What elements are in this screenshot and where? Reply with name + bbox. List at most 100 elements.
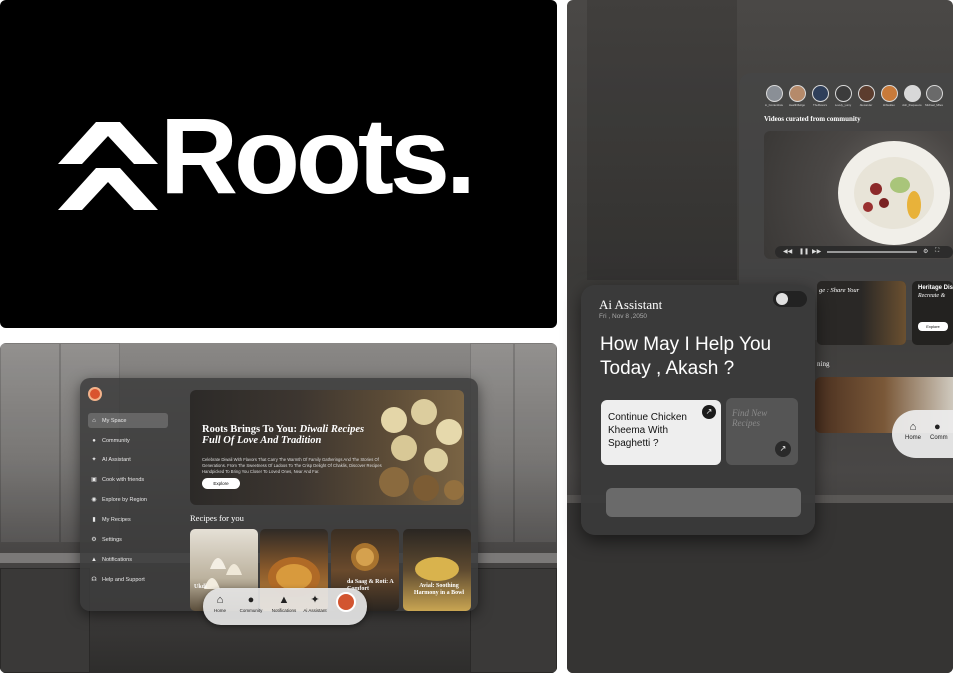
section-heading: ning xyxy=(817,360,830,368)
pause-icon[interactable]: ❚❚ xyxy=(799,248,809,255)
sidebar-item-my-recipes[interactable]: ▮ My Recipes xyxy=(88,512,168,527)
sidebar-item-label: My Recipes xyxy=(102,516,131,523)
settings-icon[interactable]: ⚙ xyxy=(923,248,928,255)
pot-icon: ▣ xyxy=(91,476,97,483)
sidebar-item-cook-with-friends[interactable]: ▣ Cook with friends xyxy=(88,472,168,487)
dock-ai-assistant[interactable]: ✦ Ai Assistant xyxy=(298,594,332,613)
sidebar-item-my-space[interactable]: ⌂ My Space xyxy=(88,413,168,428)
explore-button[interactable]: Explore xyxy=(918,322,948,331)
hero-title-plain: Roots Brings To You: xyxy=(202,424,300,435)
video-player[interactable] xyxy=(764,131,953,259)
sparkle-icon: ✦ xyxy=(310,594,320,606)
plated-dish-image xyxy=(838,141,950,245)
ai-assistant-date: Fri , Nov 8 ,2050 xyxy=(599,313,648,320)
avatar[interactable] xyxy=(88,387,102,401)
logo-panel: Roots. xyxy=(0,0,557,328)
video-controls[interactable]: ◀◀ ❚❚ ▶▶ ⚙ ⛶ xyxy=(775,246,953,258)
story-avatar[interactable] xyxy=(835,85,852,102)
hero-title-emphasis: Diwali Recipes xyxy=(299,424,365,435)
dock-label: Ai Assistant xyxy=(303,608,327,613)
wall-tile xyxy=(0,343,60,543)
home-icon: ⌂ xyxy=(909,421,917,433)
dock-community[interactable]: ● Community xyxy=(234,594,268,613)
avatar[interactable] xyxy=(336,592,356,612)
story-avatar[interactable] xyxy=(904,85,921,102)
arrow-up-right-icon[interactable]: ↗ xyxy=(775,441,791,457)
story-name: Li_Contenttrav xyxy=(764,103,784,107)
wall-tile xyxy=(514,343,557,543)
sidebar-item-notifications[interactable]: ▲ Notifications xyxy=(88,552,168,567)
people-icon: ● xyxy=(92,437,96,444)
heritage-dishes-card[interactable]: Heritage Dis Recreate & Explore xyxy=(912,281,953,345)
ai-chat-input[interactable] xyxy=(606,488,801,517)
story-avatar[interactable] xyxy=(926,85,943,102)
sidebar-item-help-and-support[interactable]: ☊ Help and Support xyxy=(88,572,168,587)
kitchen-cabinet xyxy=(0,568,90,673)
story-name: Healthlifeligo xyxy=(788,103,805,107)
suggestion-label: Find New Recipes xyxy=(732,408,768,428)
story-avatar[interactable] xyxy=(789,85,806,102)
story-name: Michael_Miles xyxy=(925,103,943,107)
story-name: kirbiekleo xyxy=(883,103,895,107)
sidebar-item-explore-by-region[interactable]: ◉ Explore by Region xyxy=(88,492,168,507)
diwali-sweets-image xyxy=(379,399,464,501)
sparkle-icon: ✦ xyxy=(91,456,97,463)
sidebar-item-label: AI Assistant xyxy=(102,456,131,463)
card-title: ge : Share Your xyxy=(819,287,860,294)
story-avatar[interactable] xyxy=(881,85,898,102)
suggestion-label: Continue Chicken Kheema With Spaghetti ? xyxy=(608,412,687,449)
gear-icon: ⚙ xyxy=(91,536,97,543)
dock-notifications[interactable]: ▲ Notifications xyxy=(267,594,301,613)
story-name: Alexander xyxy=(859,103,873,107)
sidebar-item-ai-assistant[interactable]: ✦ AI Assistant xyxy=(88,452,168,467)
sidebar-item-label: Community xyxy=(102,437,130,444)
toggle-knob xyxy=(776,293,788,305)
location-icon: ◉ xyxy=(91,496,97,503)
forward-icon[interactable]: ▶▶ xyxy=(812,248,821,255)
sidebar-item-label: Help and Support xyxy=(102,576,145,583)
hero-body: Celebrate Diwali With Flavors That Carry… xyxy=(202,457,382,474)
sidebar-item-community[interactable]: ● Community xyxy=(88,433,168,448)
arrow-up-right-icon[interactable]: ↗ xyxy=(702,405,716,419)
people-icon: ● xyxy=(247,594,255,606)
recipes-heading: Recipes for you xyxy=(190,513,244,523)
roots-wordmark: Roots. xyxy=(160,95,476,216)
story-avatar[interactable] xyxy=(766,85,783,102)
roots-logo-mark-icon xyxy=(58,122,158,210)
story-name: TheFlavors xyxy=(813,103,827,107)
rewind-icon[interactable]: ◀◀ xyxy=(783,248,792,255)
story-avatar[interactable] xyxy=(812,85,829,102)
hero-title: Roots Brings To You: Diwali Recipes Full… xyxy=(202,424,392,446)
dock-home[interactable]: ⌂ Home xyxy=(203,594,237,613)
dock-community[interactable]: ● Comm xyxy=(930,421,953,441)
card-title: Heritage Dis xyxy=(918,285,953,291)
home-icon: ⌂ xyxy=(216,594,224,606)
story-name: Ash_thequeens xyxy=(902,103,922,107)
explore-button[interactable]: Explore xyxy=(202,478,240,489)
bookmark-icon: ▮ xyxy=(92,516,96,523)
recipe-card[interactable]: Avial: Soothing Harmony in a Bowl xyxy=(403,529,471,611)
story-avatar[interactable] xyxy=(858,85,875,102)
bell-icon: ▲ xyxy=(91,556,97,563)
sidebar-item-label: My Space xyxy=(102,417,127,424)
sidebar-item-label: Cook with friends xyxy=(102,476,145,483)
progress-bar[interactable] xyxy=(827,251,917,253)
card-subtitle: Recreate & xyxy=(918,293,946,299)
recipe-caption: Ukdi xyxy=(194,584,207,590)
story-name: Lovely_yumy xyxy=(834,103,852,107)
sidebar-item-label: Explore by Region xyxy=(102,496,147,503)
dock-label: Notifications xyxy=(271,608,297,613)
headset-icon: ☊ xyxy=(91,576,97,583)
sidebar-item-settings[interactable]: ⚙ Settings xyxy=(88,532,168,547)
dock-home[interactable]: ⌂ Home xyxy=(898,421,928,441)
fullscreen-icon[interactable]: ⛶ xyxy=(935,248,939,255)
share-heritage-card[interactable]: ge : Share Your xyxy=(817,281,906,345)
sidebar-item-label: Notifications xyxy=(102,556,132,563)
dock-label: Home xyxy=(904,435,921,441)
dock-label: Home xyxy=(213,608,226,613)
kitchen-cabinet xyxy=(470,568,557,673)
hero-banner: Roots Brings To You: Diwali Recipes Full… xyxy=(190,390,464,505)
bell-icon: ▲ xyxy=(278,594,290,606)
sidebar-item-label: Settings xyxy=(102,536,122,543)
cabinet-shadow xyxy=(587,0,737,280)
